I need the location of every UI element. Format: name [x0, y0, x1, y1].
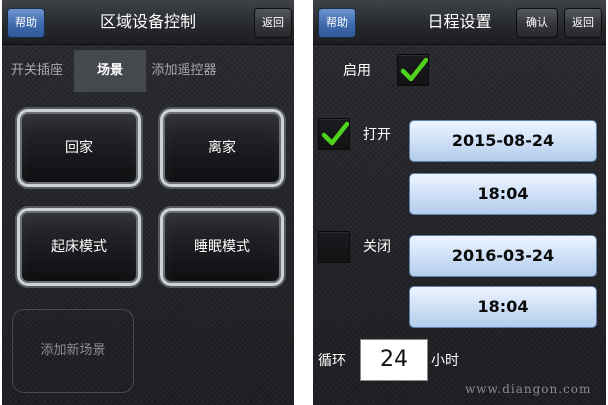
help-button[interactable]: 帮助: [7, 8, 45, 38]
cycle-label: 循环: [318, 353, 346, 369]
on-label: 打开: [363, 127, 391, 143]
off-checkbox[interactable]: [318, 231, 350, 263]
tab-switch-socket[interactable]: 开关插座: [2, 50, 72, 92]
on-checkbox[interactable]: [318, 118, 350, 150]
scene-button-away[interactable]: 离家: [160, 109, 284, 187]
enable-label: 启用: [343, 63, 371, 79]
cycle-hours-input[interactable]: 24: [360, 339, 428, 381]
off-time-button[interactable]: 18:04: [409, 286, 597, 328]
enable-checkbox[interactable]: [397, 54, 429, 86]
page-title: 日程设置: [427, 12, 492, 31]
cycle-unit-label: 小时: [431, 353, 459, 369]
tab-scene[interactable]: 场景: [74, 50, 146, 92]
off-label: 关闭: [363, 239, 391, 255]
tab-bar: 开关插座 场景 添加遥控器: [2, 50, 294, 92]
title-bar: 区域设备控制 帮助 返回: [2, 0, 294, 45]
on-time-button[interactable]: 18:04: [409, 173, 597, 215]
check-icon: [321, 121, 349, 146]
add-new-scene-button[interactable]: 添加新场景: [12, 309, 134, 393]
on-date-button[interactable]: 2015-08-24: [409, 120, 597, 162]
title-bar: 日程设置 帮助 确认 返回: [313, 0, 606, 45]
scene-button-wake-up-mode[interactable]: 起床模式: [17, 208, 141, 286]
schedule-settings-screen: 日程设置 帮助 确认 返回 启用 打开 2015-08-24 18:04 关闭 …: [313, 0, 606, 405]
scene-button-sleep-mode[interactable]: 睡眠模式: [160, 208, 284, 286]
watermark: www.diangon.com: [465, 382, 592, 396]
tab-add-remote[interactable]: 添加遥控器: [146, 50, 222, 92]
off-date-button[interactable]: 2016-03-24: [409, 235, 597, 277]
scene-button-home[interactable]: 回家: [17, 109, 141, 187]
area-device-control-screen: 区域设备控制 帮助 返回 开关插座 场景 添加遥控器 回家 离家 起床模式 睡眠…: [2, 0, 294, 405]
confirm-button[interactable]: 确认: [516, 8, 558, 38]
help-button[interactable]: 帮助: [318, 8, 356, 38]
page-title: 区域设备控制: [99, 12, 196, 31]
check-icon: [400, 57, 428, 82]
back-button[interactable]: 返回: [564, 8, 602, 38]
screen-divider: [294, 0, 313, 405]
back-button[interactable]: 返回: [254, 8, 292, 38]
